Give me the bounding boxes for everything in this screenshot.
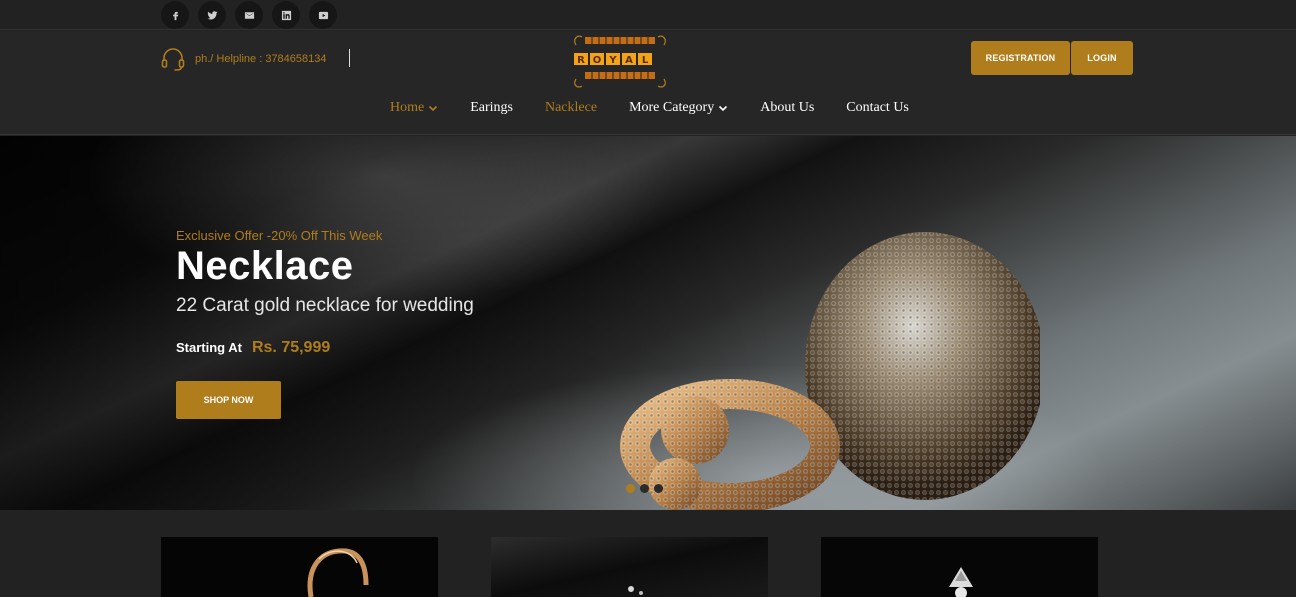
nav-item-label: Nacklece [544, 100, 598, 115]
top-bar [0, 0, 1296, 30]
slider-dot[interactable] [640, 484, 649, 493]
main-nav: Home Earings Nacklece More Category Abou… [390, 100, 909, 116]
auth-buttons: REGISTRATION LOGIN [971, 41, 1133, 75]
chevron-down-icon [719, 105, 728, 112]
facebook-link[interactable] [161, 1, 189, 29]
nav-item-contact-us[interactable]: Contact Us [846, 100, 909, 116]
site-header: ph./ Helpline : 3784658134 R O Y A L REG… [0, 31, 1296, 135]
category-cards [0, 511, 1296, 597]
shop-now-button[interactable]: SHOP NOW [176, 381, 281, 419]
nav-item-earings[interactable]: Earings [470, 100, 513, 116]
hero-slider: Exclusive Offer -20% Off This Week Neckl… [0, 136, 1296, 510]
earring-image [821, 537, 1098, 597]
category-card[interactable] [161, 537, 438, 597]
email-icon [244, 11, 254, 19]
slider-dot[interactable] [626, 484, 635, 493]
nav-item-about-us[interactable]: About Us [760, 100, 814, 116]
chevron-down-icon [429, 105, 438, 112]
email-link[interactable] [235, 1, 263, 29]
royal-logo[interactable]: R O Y A L [570, 31, 670, 89]
twitter-icon [206, 10, 218, 19]
hero-price-row: Starting At Rs. 75,999 [176, 339, 330, 357]
login-button[interactable]: LOGIN [1071, 41, 1133, 75]
twitter-link[interactable] [198, 1, 226, 29]
logo-letter: Y [608, 55, 617, 66]
youtube-icon [318, 11, 328, 19]
nav-item-label: More Category [629, 100, 715, 115]
headset-icon [161, 48, 185, 71]
helpline-text: ph./ Helpline : 3784658134 [195, 53, 327, 65]
hero-offer: Exclusive Offer -20% Off This Week [176, 228, 383, 243]
logo-letter: L [642, 55, 649, 66]
nav-item-label: About Us [760, 100, 815, 115]
nav-item-home[interactable]: Home [390, 100, 438, 116]
slider-dots [626, 484, 663, 493]
linkedin-link[interactable] [272, 1, 300, 29]
logo-letter: R [577, 55, 585, 66]
logo-letter: A [625, 55, 633, 66]
social-links [161, 1, 337, 29]
nav-item-label: Contact Us [846, 100, 909, 115]
hero-title: Necklace [176, 244, 354, 288]
hero-subtitle: 22 Carat gold necklace for wedding [176, 295, 474, 316]
facebook-icon [172, 11, 178, 20]
starting-at-label: Starting At [176, 340, 242, 355]
linkedin-icon [281, 10, 291, 20]
necklace-image [491, 537, 768, 597]
logo-letter: O [593, 55, 602, 66]
helpline: ph./ Helpline : 3784658134 [160, 46, 327, 72]
divider [349, 49, 350, 67]
nav-item-nacklece[interactable]: Nacklece [545, 100, 597, 116]
nav-item-label: Home [390, 100, 425, 115]
slider-dot[interactable] [654, 484, 663, 493]
hero-price: Rs. 75,999 [251, 339, 331, 356]
nav-item-more-category[interactable]: More Category [629, 100, 728, 116]
category-card[interactable] [491, 537, 768, 597]
logo-emblem: R O Y A L [574, 35, 666, 88]
category-card[interactable] [821, 537, 1098, 597]
ring-image [620, 232, 1040, 510]
nav-item-label: Earings [470, 100, 513, 115]
registration-button[interactable]: REGISTRATION [971, 41, 1070, 75]
youtube-link[interactable] [309, 1, 337, 29]
bangle-image [161, 537, 438, 597]
